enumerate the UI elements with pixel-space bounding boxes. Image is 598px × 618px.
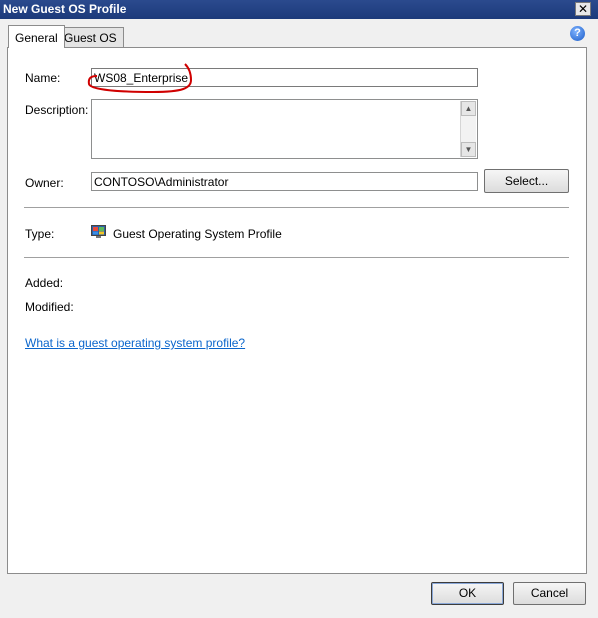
modified-label: Modified: — [25, 300, 74, 314]
description-label: Description: — [25, 103, 89, 117]
description-scrollbar[interactable]: ▲ ▼ — [460, 101, 476, 157]
name-field[interactable] — [91, 68, 478, 87]
close-button[interactable]: ✕ — [575, 2, 591, 16]
guest-os-profile-icon — [91, 225, 106, 238]
description-field[interactable]: ▲ ▼ — [91, 99, 478, 159]
type-label: Type: — [25, 227, 55, 241]
ok-button[interactable]: OK — [431, 582, 504, 605]
scroll-up-icon[interactable]: ▲ — [461, 101, 476, 116]
type-value: Guest Operating System Profile — [113, 227, 282, 241]
separator-2 — [24, 257, 569, 258]
added-label: Added: — [25, 276, 64, 290]
separator-1 — [24, 207, 569, 208]
help-icon[interactable]: ? — [570, 26, 585, 41]
select-owner-button[interactable]: Select... — [484, 169, 569, 193]
cancel-button[interactable]: Cancel — [513, 582, 586, 605]
help-link[interactable]: What is a guest operating system profile… — [25, 336, 245, 350]
owner-label: Owner: — [25, 176, 64, 190]
window-title: New Guest OS Profile — [3, 2, 127, 16]
tab-guest-os[interactable]: Guest OS — [57, 27, 124, 47]
name-label: Name: — [25, 71, 61, 85]
scroll-down-icon[interactable]: ▼ — [461, 142, 476, 157]
title-bar: New Guest OS Profile ✕ — [0, 0, 598, 19]
close-icon: ✕ — [577, 2, 589, 16]
owner-field[interactable] — [91, 172, 478, 191]
tab-general[interactable]: General — [8, 25, 65, 48]
